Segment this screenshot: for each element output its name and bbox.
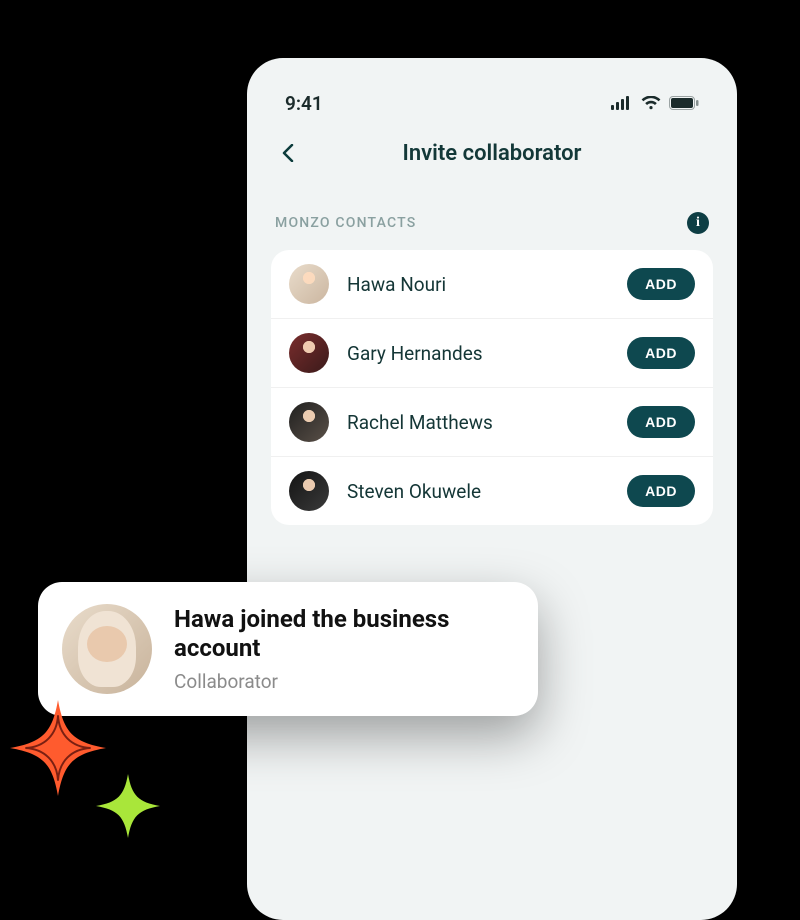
battery-icon [669, 96, 699, 110]
phone-frame: 9:41 Invite collaborator MONZO CONTACTS … [247, 58, 737, 920]
info-icon[interactable]: i [687, 212, 709, 234]
status-bar: 9:41 [247, 86, 737, 120]
contact-row: Steven Okuwele ADD [271, 456, 713, 525]
avatar [289, 471, 329, 511]
contact-name: Steven Okuwele [329, 480, 627, 503]
wifi-icon [641, 96, 661, 110]
back-button[interactable] [275, 140, 301, 166]
contact-name: Gary Hernandes [329, 342, 627, 365]
add-button[interactable]: ADD [627, 268, 695, 300]
contacts-card: Hawa Nouri ADD Gary Hernandes ADD Rachel… [271, 250, 713, 525]
status-time: 9:41 [285, 92, 323, 115]
sparkle-orange-icon [10, 700, 106, 796]
toast-subtitle: Collaborator [174, 670, 514, 693]
section-label: MONZO CONTACTS [275, 215, 416, 231]
sparkle-green-icon [96, 774, 160, 838]
avatar [289, 402, 329, 442]
contact-name: Rachel Matthews [329, 411, 627, 434]
add-button[interactable]: ADD [627, 337, 695, 369]
toast-text: Hawa joined the business account Collabo… [174, 605, 514, 694]
status-icons [611, 96, 699, 110]
cellular-icon [611, 96, 633, 110]
section-header: MONZO CONTACTS i [247, 176, 737, 246]
add-button[interactable]: ADD [627, 406, 695, 438]
avatar [289, 333, 329, 373]
contact-row: Rachel Matthews ADD [271, 387, 713, 456]
add-button[interactable]: ADD [627, 475, 695, 507]
contact-row: Gary Hernandes ADD [271, 318, 713, 387]
screen-header: Invite collaborator [247, 120, 737, 176]
contact-row: Hawa Nouri ADD [271, 250, 713, 318]
toast-title: Hawa joined the business account [174, 605, 514, 663]
toast-card: Hawa joined the business account Collabo… [38, 582, 538, 716]
avatar [289, 264, 329, 304]
contact-name: Hawa Nouri [329, 273, 627, 296]
page-title: Invite collaborator [301, 141, 683, 166]
chevron-left-icon [282, 144, 294, 162]
avatar [62, 604, 152, 694]
